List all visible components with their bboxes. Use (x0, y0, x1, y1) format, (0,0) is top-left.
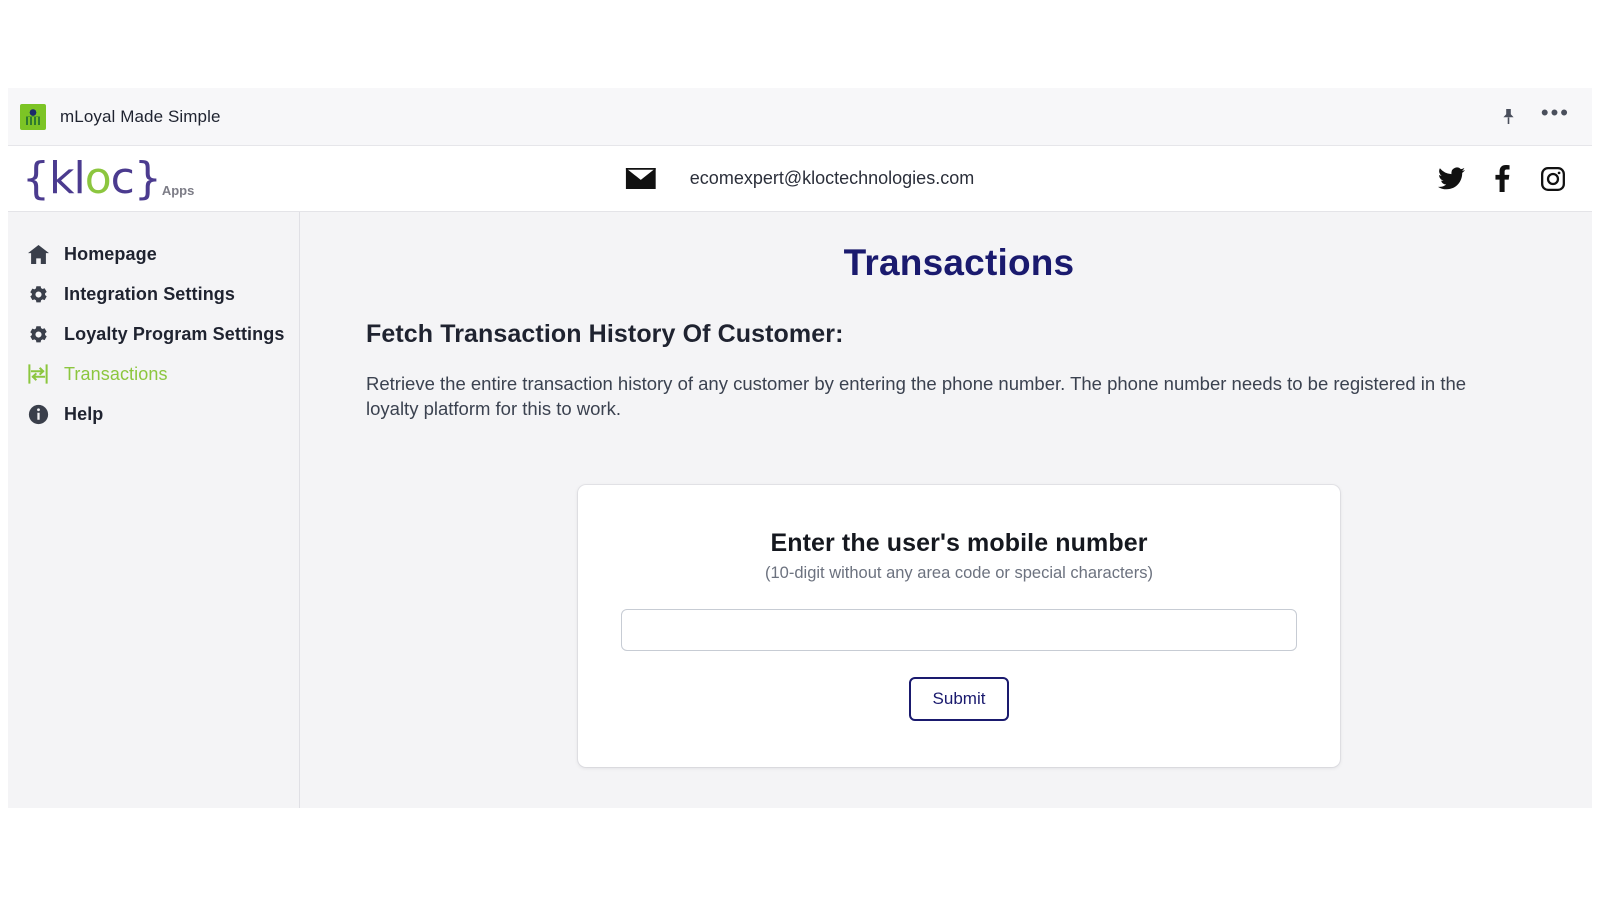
sidebar-item-loyalty-program-settings[interactable]: Loyalty Program Settings (8, 314, 299, 354)
logo-letter-o: o (84, 152, 112, 204)
mobile-number-input[interactable] (621, 609, 1297, 652)
facebook-icon[interactable] (1495, 165, 1510, 192)
section-title: Fetch Transaction History Of Customer: (366, 320, 844, 348)
card-title: Enter the user's mobile number (770, 529, 1148, 558)
chrome-right-group: ••• (1500, 101, 1570, 132)
home-icon (26, 242, 50, 266)
sidebar-item-label: Homepage (64, 243, 157, 264)
logo-letter-l: l (73, 152, 85, 204)
sidebar-item-help[interactable]: Help (8, 394, 299, 434)
logo-letter-k: k (49, 152, 75, 204)
sidebar-item-transactions[interactable]: Transactions (8, 354, 299, 394)
mail-icon (625, 168, 656, 189)
sidebar-nav: Homepage Integration Settings Loyalty Pr… (8, 212, 300, 808)
exchange-arrows-icon (26, 362, 50, 386)
mobile-number-card: Enter the user's mobile number (10-digit… (578, 485, 1340, 768)
page-body: Homepage Integration Settings Loyalty Pr… (8, 212, 1592, 808)
submit-button[interactable]: Submit (908, 677, 1010, 722)
info-icon (26, 402, 50, 426)
app-title: mLoyal Made Simple (60, 106, 221, 126)
app-chrome-bar: mLoyal Made Simple ••• (8, 88, 1592, 146)
sidebar-item-label: Loyalty Program Settings (64, 323, 285, 344)
header-contact: ecomexpert@kloctechnologies.com (625, 168, 974, 189)
gear-icon (26, 282, 50, 306)
twitter-icon[interactable] (1438, 167, 1465, 190)
page-title: Transactions (843, 242, 1075, 283)
section-description: Retrieve the entire transaction history … (366, 373, 1467, 420)
logo-brace-open: { (22, 152, 50, 204)
chrome-left-group: mLoyal Made Simple (20, 103, 221, 130)
instagram-icon[interactable] (1540, 166, 1566, 192)
app-page: mLoyal Made Simple ••• { k l o c } Apps (8, 88, 1592, 808)
sidebar-item-label: Transactions (64, 363, 168, 384)
card-subtitle: (10-digit without any area code or speci… (765, 564, 1153, 583)
logo-suffix-apps: Apps (161, 182, 195, 198)
sidebar-item-label: Integration Settings (64, 283, 236, 304)
social-links (1438, 165, 1566, 192)
sidebar-item-label: Help (64, 403, 104, 424)
kloc-apps-logo[interactable]: { k l o c } Apps (22, 152, 195, 204)
more-options-icon[interactable]: ••• (1541, 101, 1570, 132)
gear-icon (26, 322, 50, 346)
logo-brace-close: } (133, 152, 162, 204)
mloyal-favicon (20, 103, 46, 130)
sidebar-item-homepage[interactable]: Homepage (8, 234, 299, 274)
pin-icon[interactable] (1500, 107, 1517, 126)
header-email-address[interactable]: ecomexpert@kloctechnologies.com (690, 168, 974, 189)
site-header: { k l o c } Apps ecomexpert@kloctechnolo… (8, 146, 1592, 212)
logo-letter-c: c (110, 152, 135, 204)
main-content: Transactions Fetch Transaction History O… (300, 212, 1592, 808)
sidebar-item-integration-settings[interactable]: Integration Settings (8, 274, 299, 314)
